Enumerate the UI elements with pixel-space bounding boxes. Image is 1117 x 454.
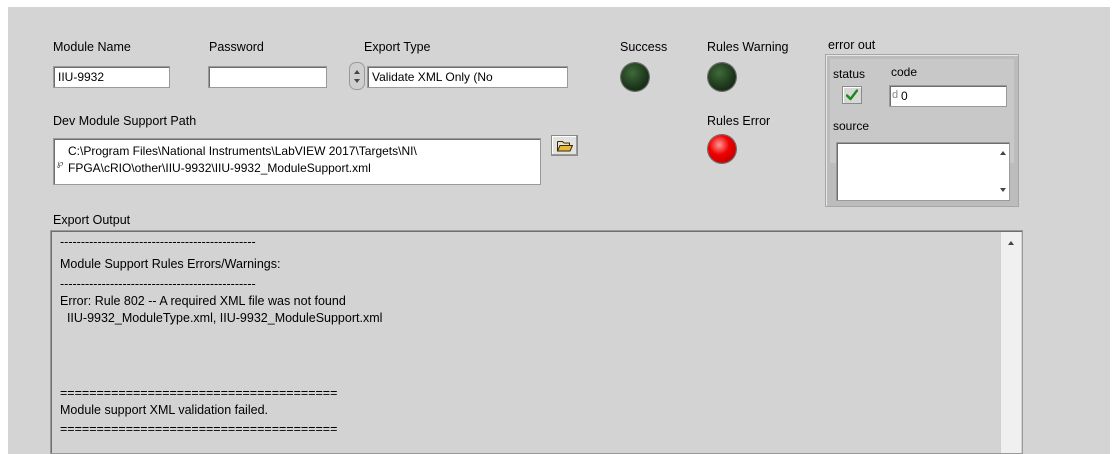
module-name-label: Module Name <box>53 40 131 54</box>
export-type-ring-spinner[interactable] <box>349 62 365 90</box>
export-output-label: Export Output <box>53 213 131 227</box>
source-scrollbar[interactable] <box>996 143 1009 200</box>
output-line: ====================================== <box>60 386 338 400</box>
error-out-label: error out <box>828 38 876 52</box>
front-panel: Module Name IIU-9932 Password Export Typ… <box>8 7 1110 454</box>
code-value: 0 <box>901 89 908 103</box>
folder-open-icon <box>557 141 573 152</box>
rules-error-led <box>708 135 736 163</box>
success-led <box>621 63 649 91</box>
export-output-textarea[interactable]: ----------------------------------------… <box>50 230 1023 454</box>
scroll-down-icon[interactable] <box>1000 188 1006 192</box>
dev-path-line-2: FPGA\cRIO\other\IIU-9932\IIU-9932_Module… <box>68 161 371 175</box>
dev-path-input[interactable]: ℘ C:\Program Files\National Instruments\… <box>53 138 541 185</box>
password-label: Password <box>209 40 264 54</box>
dev-path-label: Dev Module Support Path <box>53 114 197 128</box>
status-label: status <box>833 67 866 81</box>
output-line: ----------------------------------------… <box>60 235 256 249</box>
module-name-input[interactable]: IIU-9932 <box>53 66 170 88</box>
scroll-up-icon[interactable] <box>1000 151 1006 155</box>
source-field <box>836 142 1010 201</box>
status-indicator <box>842 86 862 104</box>
error-out-cluster: status code d 0 source <box>825 54 1019 207</box>
code-label: code <box>891 65 918 79</box>
output-line: ----------------------------------------… <box>60 277 256 291</box>
output-line: Module Support Rules Errors/Warnings: <box>60 257 281 271</box>
output-scrollbar[interactable] <box>1000 232 1021 453</box>
code-radix: d <box>892 89 899 101</box>
dev-path-line-1: C:\Program Files\National Instruments\La… <box>68 144 417 158</box>
output-line: ====================================== <box>60 422 338 436</box>
checkmark-icon <box>846 89 858 101</box>
decrement-arrow-icon <box>354 79 360 83</box>
output-line: Error: Rule 802 -- A required XML file w… <box>60 294 346 308</box>
rules-warning-led <box>708 63 736 91</box>
increment-arrow-icon <box>354 70 360 74</box>
rules-warning-label: Rules Warning <box>707 40 789 54</box>
export-type-label: Export Type <box>364 40 431 54</box>
scroll-up-icon[interactable] <box>1008 241 1014 245</box>
success-label: Success <box>620 40 668 54</box>
rules-error-label: Rules Error <box>707 114 771 128</box>
output-line: IIU-9932_ModuleType.xml, IIU-9932_Module… <box>60 311 383 325</box>
output-line: Module support XML validation failed. <box>60 403 268 417</box>
password-input[interactable] <box>208 66 327 88</box>
browse-button[interactable] <box>551 135 578 156</box>
code-field: d 0 <box>889 85 1007 107</box>
source-label: source <box>833 119 870 133</box>
path-type-icon: ℘ <box>57 158 64 168</box>
export-type-select[interactable]: Validate XML Only (No <box>367 66 568 88</box>
